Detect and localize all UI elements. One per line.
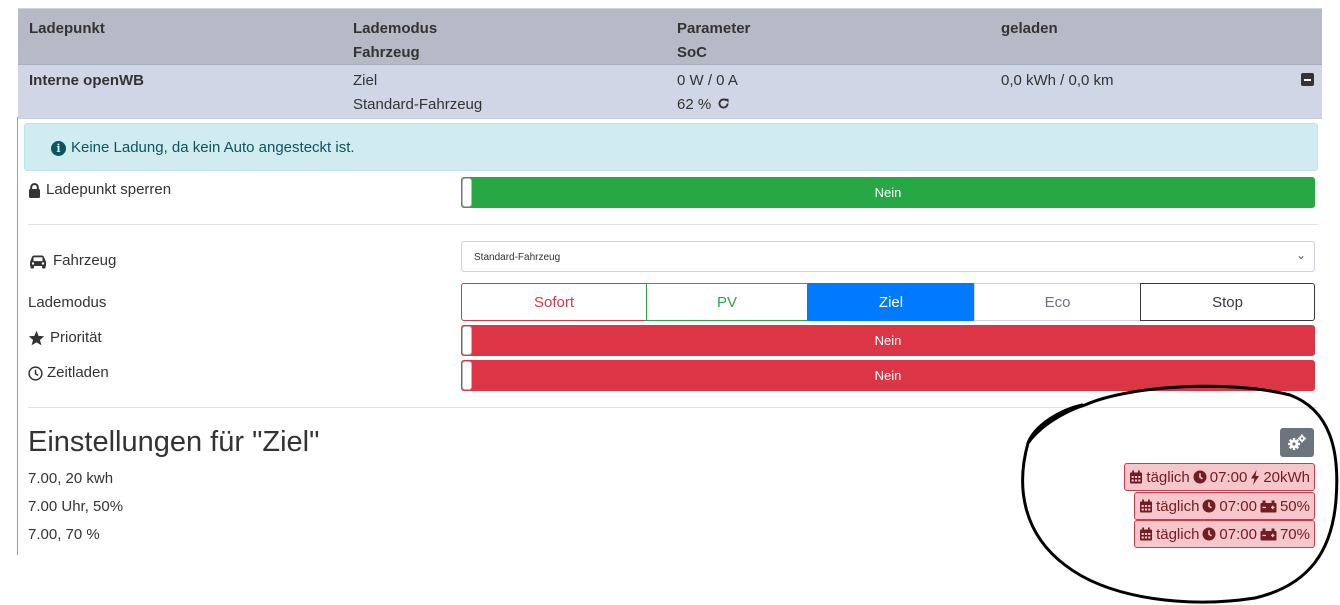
- mode-button-ziel[interactable]: Ziel: [807, 283, 975, 321]
- info-circle-icon: i: [51, 141, 66, 156]
- settings-button[interactable]: [1280, 428, 1314, 457]
- plan-goal: 50%: [1279, 497, 1310, 515]
- chargepoint-vehicle: Standard-Fahrzeug: [353, 96, 483, 113]
- lock-icon: [29, 182, 40, 198]
- priority-toggle-knob: [462, 326, 472, 355]
- plan-badge[interactable]: täglich 07:00 70%: [1134, 520, 1315, 548]
- collapse-minus-icon[interactable]: [1301, 73, 1314, 86]
- header-fahrzeug: Fahrzeug: [353, 44, 420, 61]
- car-battery-icon: [1260, 500, 1277, 512]
- lock-label: Ladepunkt sperren: [46, 181, 172, 198]
- priority-toggle-value: Nein: [874, 333, 902, 348]
- vehicle-select[interactable]: Standard-Fahrzeug ⌄: [461, 241, 1315, 272]
- time-charging-toggle-knob: [462, 361, 472, 390]
- star-icon: [28, 330, 45, 346]
- gears-icon: [1288, 434, 1306, 450]
- chargepoint-mode: Ziel: [353, 72, 378, 89]
- panel-left-border: [17, 117, 18, 555]
- priority-label: Priorität: [50, 329, 102, 346]
- chargepoint-row[interactable]: Interne openWB Ziel Standard-Fahrzeug 0 …: [18, 64, 1322, 119]
- charge-mode-group: Sofort PV Ziel Eco Stop: [461, 283, 1315, 321]
- plan-name: 7.00, 20 kwh: [28, 470, 114, 487]
- lock-toggle[interactable]: Nein: [461, 177, 1315, 208]
- plan-time: 07:00: [1209, 468, 1248, 486]
- plan-name: 7.00, 70 %: [28, 526, 100, 543]
- vehicle-label: Fahrzeug: [53, 252, 117, 269]
- chargepoint-soc-line: 62 %: [677, 93, 738, 117]
- clock-icon: [1202, 527, 1216, 541]
- header-parameter: Parameter: [677, 20, 751, 37]
- clock-icon: [28, 365, 43, 381]
- chargepoint-charged: 0,0 kWh / 0,0 km: [1001, 72, 1114, 89]
- plan-frequency: täglich: [1156, 497, 1200, 515]
- header-soc: SoC: [677, 44, 707, 61]
- car-battery-icon: [1260, 528, 1277, 540]
- header-lademodus-fahrzeug: Lademodus Fahrzeug: [353, 17, 437, 65]
- divider: [28, 224, 1318, 225]
- lock-toggle-value: Nein: [874, 185, 902, 200]
- plan-time: 07:00: [1219, 525, 1257, 543]
- header-ladepunkt: Ladepunkt: [29, 20, 105, 37]
- priority-label-row: Priorität: [28, 329, 102, 346]
- charge-mode-label: Lademodus: [28, 294, 107, 311]
- header-parameter-soc: Parameter SoC: [677, 17, 750, 65]
- refresh-icon[interactable]: [717, 97, 730, 110]
- plan-badge[interactable]: täglich 07:00 50%: [1134, 492, 1315, 520]
- plan-frequency: täglich: [1146, 468, 1190, 486]
- lock-label-row: Ladepunkt sperren: [28, 181, 171, 198]
- bolt-icon: [1251, 469, 1260, 485]
- calendar-icon: [1140, 527, 1153, 541]
- plan-goal: 20kWh: [1263, 468, 1310, 486]
- chargepoint-soc: 62 %: [677, 96, 712, 113]
- plan-goal: 70%: [1279, 525, 1310, 543]
- mode-button-stop[interactable]: Stop: [1140, 283, 1315, 321]
- divider: [28, 407, 1318, 408]
- chargepoint-name: Interne openWB: [29, 72, 144, 89]
- time-charging-toggle-value: Nein: [874, 368, 902, 383]
- vehicle-select-value: Standard-Fahrzeug: [474, 252, 561, 263]
- vehicle-label-row: Fahrzeug: [28, 252, 116, 269]
- chevron-down-icon: ⌄: [1295, 248, 1306, 262]
- chargepoint-params: 0 W / 0 A 62 %: [677, 69, 738, 117]
- settings-title: Einstellungen für "Ziel": [28, 426, 320, 458]
- time-charging-label: Zeitladen: [47, 364, 109, 381]
- priority-toggle[interactable]: Nein: [461, 325, 1315, 356]
- car-icon: [30, 255, 46, 269]
- clock-icon: [1193, 470, 1207, 484]
- time-charging-label-row: Zeitladen: [28, 364, 109, 381]
- table-header: Ladepunkt Lademodus Fahrzeug Parameter S…: [18, 8, 1322, 64]
- lock-toggle-knob: [462, 178, 472, 207]
- calendar-icon: [1140, 499, 1153, 513]
- mode-button-sofort[interactable]: Sofort: [461, 283, 647, 321]
- time-charging-toggle[interactable]: Nein: [461, 360, 1315, 391]
- chargepoint-mode-vehicle: Ziel Standard-Fahrzeug: [353, 69, 482, 117]
- clock-icon: [1202, 499, 1216, 513]
- alert-text: Keine Ladung, da kein Auto angesteckt is…: [71, 139, 355, 156]
- plan-time: 07:00: [1219, 497, 1257, 515]
- chargepoint-power: 0 W / 0 A: [677, 72, 738, 89]
- plan-name: 7.00 Uhr, 50%: [28, 498, 124, 515]
- plan-badge[interactable]: täglich 07:00 20kWh: [1124, 463, 1315, 491]
- calendar-icon: [1130, 470, 1143, 484]
- mode-button-pv[interactable]: PV: [646, 283, 808, 321]
- info-alert: i Keine Ladung, da kein Auto angesteckt …: [24, 123, 1318, 171]
- header-geladen: geladen: [1001, 20, 1058, 37]
- header-lademodus: Lademodus: [353, 20, 438, 37]
- plan-frequency: täglich: [1156, 525, 1200, 543]
- mode-button-eco[interactable]: Eco: [974, 283, 1141, 321]
